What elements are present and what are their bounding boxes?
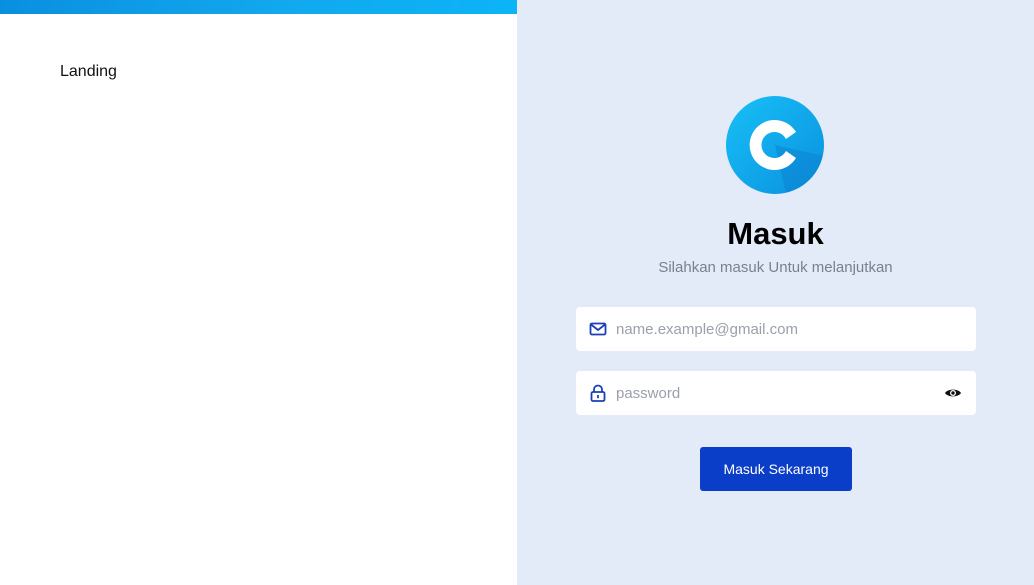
login-submit-button[interactable]: Masuk Sekarang bbox=[700, 447, 852, 491]
login-page: Landing Masuk Silahkan masuk Untuk melan… bbox=[0, 0, 1034, 585]
landing-label: Landing bbox=[60, 63, 117, 80]
email-input[interactable] bbox=[616, 307, 936, 351]
top-accent-bar bbox=[0, 0, 517, 14]
login-panel: Masuk Silahkan masuk Untuk melanjutkan M… bbox=[517, 0, 1034, 585]
email-field[interactable] bbox=[576, 307, 976, 351]
logo-c-icon bbox=[726, 96, 824, 194]
left-panel: Landing bbox=[0, 0, 517, 585]
page-title: Masuk bbox=[727, 216, 824, 251]
mail-icon bbox=[589, 322, 607, 336]
password-input[interactable] bbox=[616, 371, 936, 415]
lock-icon bbox=[590, 384, 606, 402]
password-field[interactable] bbox=[576, 371, 976, 415]
eye-icon[interactable] bbox=[944, 384, 962, 402]
page-subtitle: Silahkan masuk Untuk melanjutkan bbox=[658, 259, 893, 276]
